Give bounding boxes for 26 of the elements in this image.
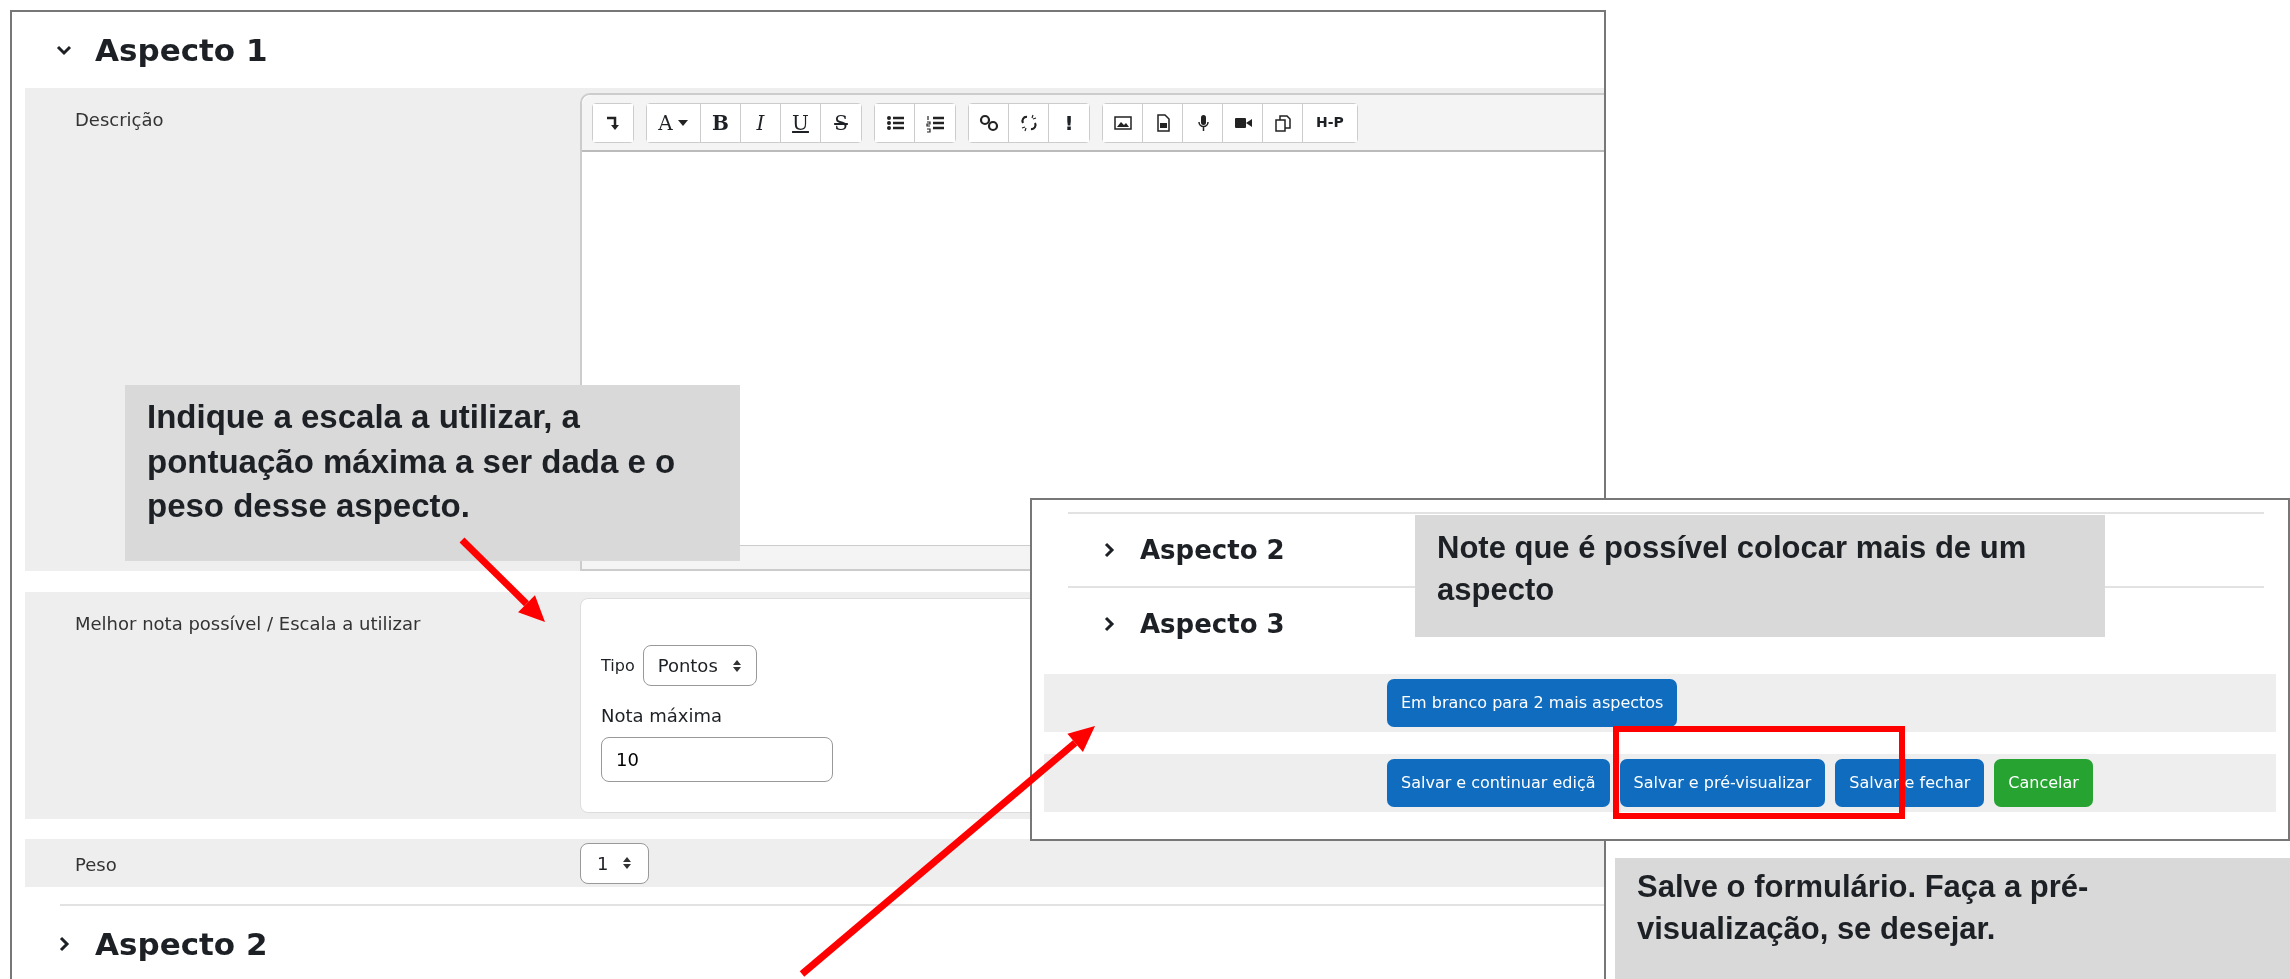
field-label: Nota máxima (601, 704, 723, 728)
field-label: Melhor nota possível / Escala a utilizar (75, 612, 421, 636)
select-field[interactable]: 1 (580, 842, 650, 884)
field-label: Tipo (601, 654, 635, 677)
callout-note: Note que é possível colocar mais de um aspecto (1415, 515, 2105, 637)
up-down-arrows-icon (622, 856, 633, 870)
callout-note: Indique a escala a utilizar, a pontuação máxima a ser dada e o peso desse aspecto. (125, 385, 740, 561)
caret-icon (676, 118, 689, 127)
up-down-arrows-icon (731, 658, 742, 673)
section-title[interactable]: Aspecto 2 (1140, 530, 1285, 570)
save-close-button[interactable]: Salvar e fechar (1835, 759, 1985, 807)
font-style-menu-button[interactable]: A (647, 103, 701, 142)
save-preview-button[interactable]: Salvar e pré-visualizar (1619, 759, 1826, 807)
link-icon[interactable] (978, 112, 999, 133)
section-title[interactable]: Aspecto 3 (1140, 604, 1285, 644)
select-field[interactable]: Pontos (642, 645, 757, 686)
field-label: Peso (75, 853, 117, 877)
section-title[interactable]: Aspecto 2 (95, 920, 268, 968)
unlink-icon[interactable] (1018, 112, 1039, 133)
callout-note: Salve o formulário. Faça a pré-visualização, se desejar. (1615, 858, 2290, 979)
add-aspects-button[interactable]: Em branco para 2 mais aspectos (1387, 679, 1678, 727)
field-label: Descrição (75, 108, 164, 132)
save-continue-button[interactable]: Salvar e continuar ediçã (1387, 759, 1610, 807)
number-input-field[interactable]: 10 (601, 737, 833, 782)
copy-icon[interactable] (1272, 112, 1293, 133)
section-title[interactable]: Aspecto 1 (95, 26, 268, 74)
